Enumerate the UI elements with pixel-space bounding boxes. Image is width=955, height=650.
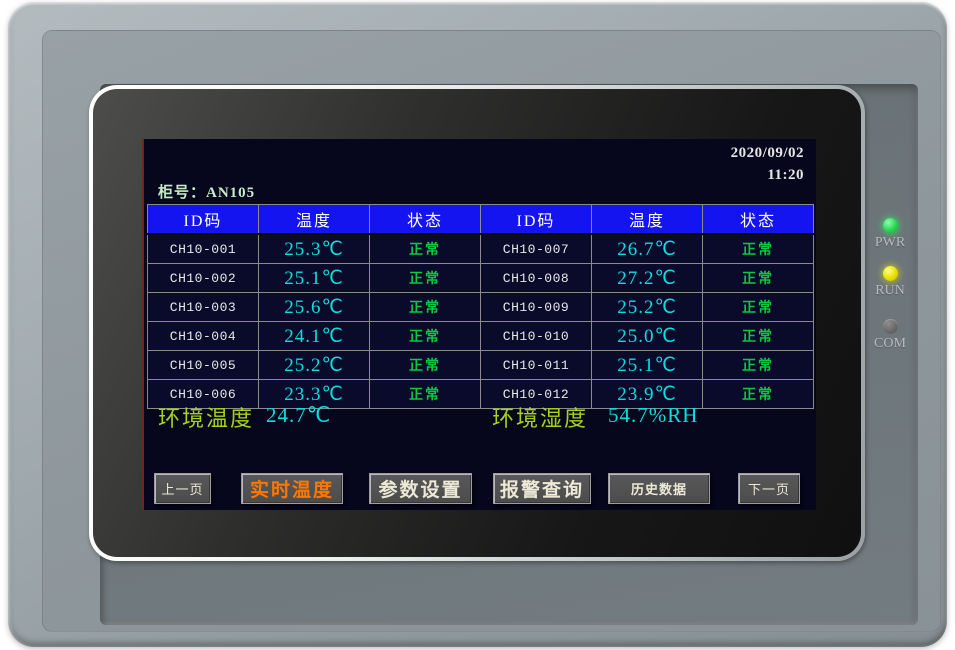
prev-page-button[interactable]: 上一页 bbox=[154, 473, 211, 504]
channel-temp: 25.2℃ bbox=[592, 293, 703, 322]
next-page-button[interactable]: 下一页 bbox=[738, 473, 800, 504]
header-temp-right: 温度 bbox=[592, 205, 703, 235]
channel-temp: 25.1℃ bbox=[259, 264, 370, 293]
pwr-led-group: PWR bbox=[870, 218, 910, 251]
channel-temp: 25.1℃ bbox=[592, 351, 703, 380]
table-header-row: ID码 温度 状态 ID码 温度 状态 bbox=[148, 205, 814, 235]
channel-temp: 26.7℃ bbox=[592, 234, 703, 264]
channel-id: CH10-007 bbox=[481, 234, 592, 264]
cabinet-number-label: 柜号：AN105 bbox=[158, 181, 255, 202]
channel-id: CH10-002 bbox=[148, 264, 259, 293]
param-settings-button[interactable]: 参数设置 bbox=[369, 473, 472, 504]
ambient-humidity-value: 54.7%RH bbox=[608, 403, 698, 428]
ambient-humidity-label: 环境湿度 bbox=[492, 401, 588, 433]
ambient-temp-value: 24.7℃ bbox=[266, 403, 331, 428]
header-temp-left: 温度 bbox=[259, 205, 370, 235]
channel-temp: 25.3℃ bbox=[259, 234, 370, 264]
run-led-group: RUN bbox=[870, 266, 910, 299]
channel-status: 正常 bbox=[703, 293, 814, 322]
run-led-label: RUN bbox=[870, 283, 910, 299]
channel-temp: 25.0℃ bbox=[592, 322, 703, 351]
table-row: CH10-005 25.2℃ 正常 CH10-011 25.1℃ 正常 bbox=[148, 351, 814, 380]
channel-temp: 24.1℃ bbox=[259, 322, 370, 351]
com-led-icon bbox=[883, 319, 898, 334]
channel-status: 正常 bbox=[370, 322, 481, 351]
channel-id: CH10-011 bbox=[481, 351, 592, 380]
alarm-query-button[interactable]: 报警查询 bbox=[493, 473, 591, 504]
com-led-label: COM bbox=[870, 336, 910, 352]
channel-status: 正常 bbox=[703, 351, 814, 380]
channel-id: CH10-001 bbox=[148, 234, 259, 264]
pwr-led-label: PWR bbox=[870, 235, 910, 251]
run-led-icon bbox=[883, 266, 898, 281]
history-data-button[interactable]: 历史数据 bbox=[608, 473, 710, 504]
header-id-left: ID码 bbox=[148, 205, 259, 235]
channel-id: CH10-003 bbox=[148, 293, 259, 322]
channel-temp: 25.6℃ bbox=[259, 293, 370, 322]
temperature-table: ID码 温度 状态 ID码 温度 状态 CH10-001 25.3℃ 正常 CH… bbox=[147, 204, 814, 409]
table-row: CH10-004 24.1℃ 正常 CH10-010 25.0℃ 正常 bbox=[148, 322, 814, 351]
header-status-left: 状态 bbox=[370, 205, 481, 235]
lcd-screen: 2020/09/02 11:20 柜号：AN105 ID码 温度 状态 ID码 … bbox=[142, 139, 816, 510]
channel-status: 正常 bbox=[370, 234, 481, 264]
header-id-right: ID码 bbox=[481, 205, 592, 235]
channel-id: CH10-008 bbox=[481, 264, 592, 293]
channel-id: CH10-009 bbox=[481, 293, 592, 322]
channel-status: 正常 bbox=[370, 293, 481, 322]
time-display: 11:20 bbox=[767, 167, 804, 184]
channel-temp: 27.2℃ bbox=[592, 264, 703, 293]
channel-status: 正常 bbox=[703, 322, 814, 351]
table-row: CH10-001 25.3℃ 正常 CH10-007 26.7℃ 正常 bbox=[148, 234, 814, 264]
com-led-group: COM bbox=[870, 319, 910, 352]
hmi-panel-photo: 2020/09/02 11:20 柜号：AN105 ID码 温度 状态 ID码 … bbox=[0, 0, 955, 650]
channel-id: CH10-004 bbox=[148, 322, 259, 351]
table-row: CH10-003 25.6℃ 正常 CH10-009 25.2℃ 正常 bbox=[148, 293, 814, 322]
channel-temp: 25.2℃ bbox=[259, 351, 370, 380]
power-led-icon bbox=[883, 218, 898, 233]
table-row: CH10-002 25.1℃ 正常 CH10-008 27.2℃ 正常 bbox=[148, 264, 814, 293]
header-status-right: 状态 bbox=[703, 205, 814, 235]
ambient-temp-label: 环境温度 bbox=[158, 401, 254, 433]
channel-id: CH10-005 bbox=[148, 351, 259, 380]
channel-status: 正常 bbox=[703, 264, 814, 293]
realtime-temp-button[interactable]: 实时温度 bbox=[241, 473, 343, 504]
date-display: 2020/09/02 bbox=[731, 145, 804, 162]
channel-status: 正常 bbox=[370, 264, 481, 293]
channel-id: CH10-010 bbox=[481, 322, 592, 351]
channel-status: 正常 bbox=[703, 234, 814, 264]
channel-status: 正常 bbox=[370, 351, 481, 380]
ambient-readings: 环境温度 24.7℃ 环境湿度 54.7%RH bbox=[144, 401, 816, 431]
